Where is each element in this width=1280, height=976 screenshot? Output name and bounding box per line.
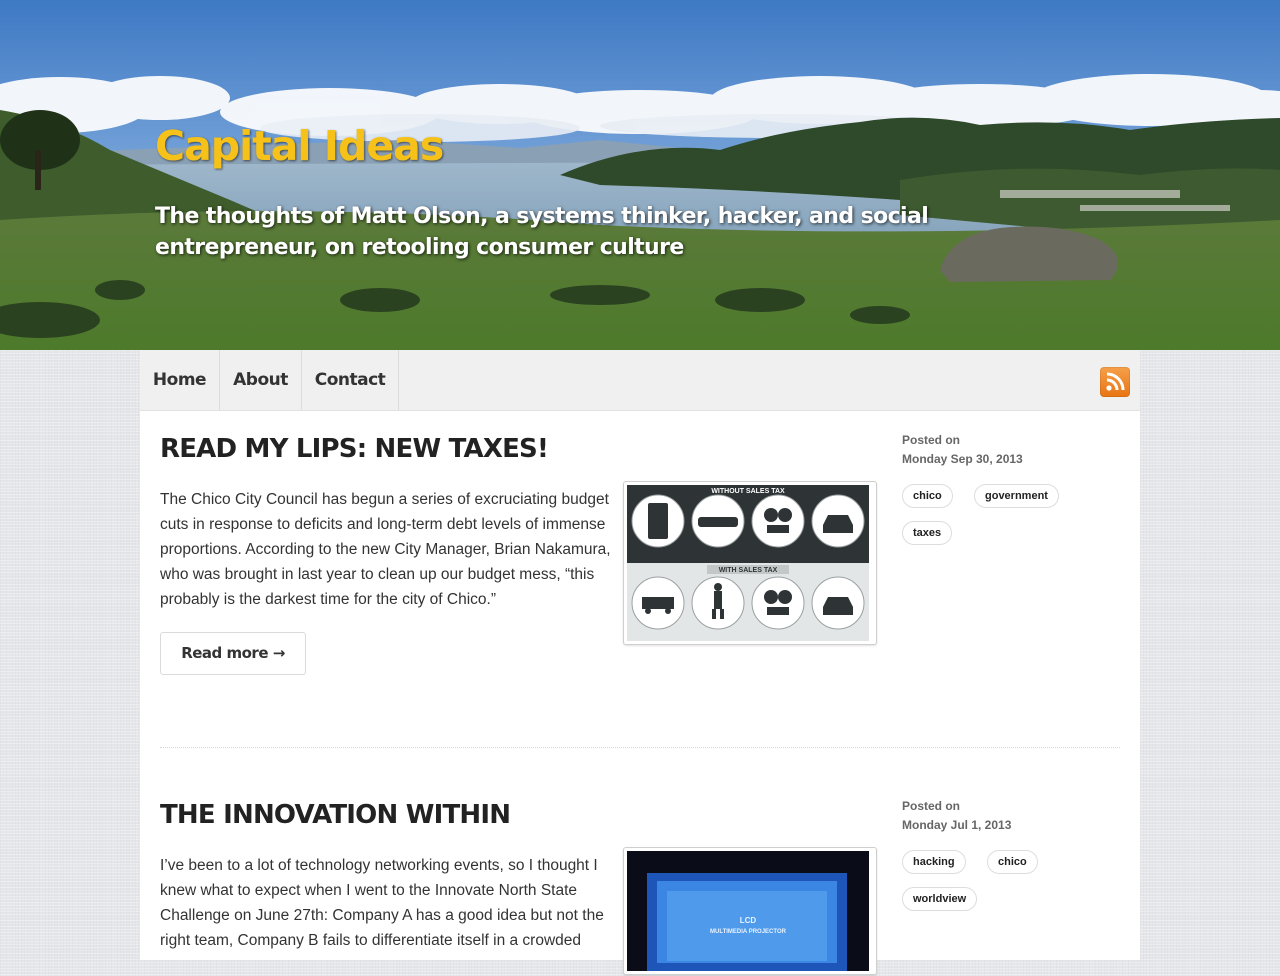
site-tagline: The thoughts of Matt Olson, a systems th…	[155, 204, 929, 260]
nav-contact-link[interactable]: Contact	[302, 350, 399, 410]
post-date: Monday Sep 30, 2013	[902, 452, 1023, 466]
tag-hacking[interactable]: hacking	[902, 850, 966, 874]
posted-on-label: Posted on	[902, 799, 961, 813]
posted-on-label: Posted on	[902, 433, 961, 447]
site-header: Capital Ideas The thoughts of Matt Olson…	[0, 0, 1280, 350]
rss-feed-button[interactable]	[1100, 367, 1130, 397]
projector-screen-image: LCD MULTIMEDIA PROJECTOR	[627, 851, 869, 971]
tag-worldview[interactable]: worldview	[902, 887, 978, 911]
main-content: READ MY LIPS: NEW TAXES! The Chico City …	[140, 411, 1140, 975]
post-thumbnail[interactable]: WITHOUT SALES TAX WITH SALES TAX	[623, 481, 877, 645]
tag-chico[interactable]: chico	[902, 484, 953, 508]
infographic-heading-bottom: WITH SALES TAX	[719, 567, 778, 574]
nav-about-link[interactable]: About	[220, 350, 302, 410]
nav-home-link[interactable]: Home	[140, 350, 220, 410]
post-title[interactable]: THE INNOVATION WITHIN	[160, 798, 511, 832]
tag-chico[interactable]: chico	[987, 850, 1038, 874]
site-title[interactable]: Capital Ideas	[155, 122, 444, 170]
rss-feed-icon	[1106, 372, 1125, 391]
post-excerpt: I’ve been to a lot of technology network…	[160, 857, 604, 949]
post-title[interactable]: READ MY LIPS: NEW TAXES!	[160, 432, 549, 466]
infographic-heading-top: WITHOUT SALES TAX	[711, 488, 785, 495]
tag-government[interactable]: government	[974, 484, 1059, 508]
main-navigation: Home About Contact	[140, 350, 1140, 411]
header-landscape-photo	[0, 0, 1280, 350]
post-divider	[160, 747, 1120, 748]
tag-taxes[interactable]: taxes	[902, 521, 953, 545]
post-thumbnail[interactable]: LCD MULTIMEDIA PROJECTOR	[623, 847, 877, 975]
sales-tax-infographic-image: WITHOUT SALES TAX WITH SALES TAX	[627, 485, 869, 641]
projector-screen-line1: LCD	[740, 916, 757, 925]
post-date: Monday Jul 1, 2013	[902, 818, 1012, 832]
projector-screen-line2: MULTIMEDIA PROJECTOR	[710, 929, 787, 935]
post-excerpt: The Chico City Council has begun a serie…	[160, 491, 611, 608]
read-more-button[interactable]: Read more →	[160, 632, 306, 675]
